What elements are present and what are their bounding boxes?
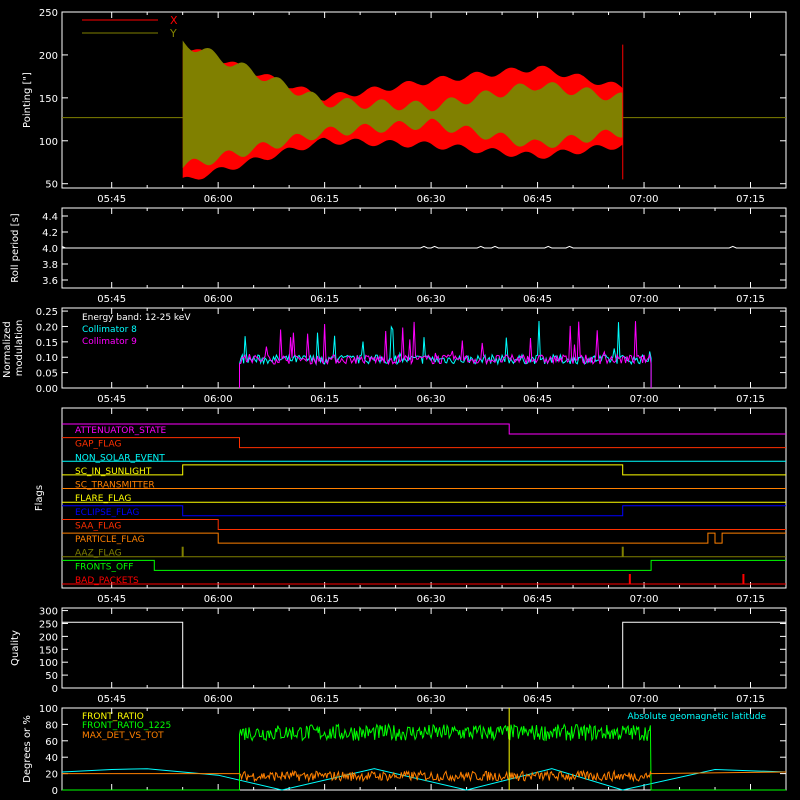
flag-label: SC_TRANSMITTER [75,481,155,491]
flag-label: NON_SOLAR_EVENT [75,453,165,463]
y-tick-label: 0.05 [36,369,58,380]
y-tick-label: 150 [39,645,58,656]
x-tick-label: 06:00 [204,194,233,205]
modulation-ylabel-line2: modulation [14,320,25,377]
x-tick-label: 05:45 [97,394,126,405]
y-tick-label: 50 [45,180,58,191]
modulation-legend-c8: Collimator 8 [82,325,137,335]
hessi-figure: Pointing ["] Roll period [s] Normalized … [0,0,800,800]
x-tick-label: 05:45 [97,594,126,605]
modulation-legend-title: Energy band: 12-25 keV [82,313,191,323]
y-tick-label: 200 [39,51,58,62]
flag-label: GAP_FLAG [75,440,121,450]
x-tick-label: 06:30 [417,694,446,705]
x-tick-label: 07:00 [630,694,659,705]
x-tick-label: 06:45 [523,594,552,605]
y-tick-label: 0.00 [36,384,58,395]
y-tick-label: 100 [39,704,58,715]
legend-x-label: X [170,14,178,27]
x-tick-label: 06:45 [523,194,552,205]
x-tick-label: 07:15 [736,194,765,205]
x-tick-label: 06:00 [204,694,233,705]
x-tick-label: 07:15 [736,694,765,705]
x-tick-label: 05:45 [97,294,126,305]
flags-ylabel: Flags [34,485,45,511]
x-tick-label: 07:00 [630,194,659,205]
y-tick-label: 4.0 [42,244,58,255]
modulation-legend-c9: Collimator 9 [82,337,137,347]
y-tick-label: 200 [39,632,58,643]
flag-label: SAA_FLAG [75,521,121,531]
y-tick-label: 0 [52,786,58,797]
x-tick-label: 07:00 [630,294,659,305]
ratio-legend-front-ratio-1225: FRONT_RATIO_1225 [82,721,171,731]
ratio-ylabel: Degrees or % [22,715,33,783]
y-tick-label: 50 [45,671,58,682]
y-tick-label: 4.4 [42,212,58,223]
y-tick-label: 80 [45,720,58,731]
y-tick-label: 60 [45,737,58,748]
x-tick-label: 05:45 [97,694,126,705]
x-tick-label: 06:30 [417,194,446,205]
y-tick-label: 250 [39,619,58,630]
roll-ylabel: Roll period [s] [10,213,21,282]
y-tick-label: 3.8 [42,260,58,271]
x-tick-label: 06:15 [310,394,339,405]
flag-label: ATTENUATOR_STATE [75,426,167,436]
y-tick-label: 0.20 [36,322,58,333]
x-tick-label: 06:15 [310,294,339,305]
flag-label: FRONTS_OFF [75,562,133,572]
x-tick-label: 06:00 [204,294,233,305]
x-tick-label: 06:00 [204,594,233,605]
y-tick-label: 0.15 [36,338,58,349]
x-tick-label: 06:15 [310,194,339,205]
x-tick-label: 07:15 [736,294,765,305]
y-tick-label: 3.6 [42,276,58,287]
x-tick-label: 07:00 [630,594,659,605]
y-tick-label: 4.2 [42,228,58,239]
flag-label: ECLIPSE_FLAG [75,508,139,518]
x-tick-label: 07:15 [736,394,765,405]
pointing-ylabel: Pointing ["] [22,72,33,128]
y-tick-label: 150 [39,94,58,105]
x-tick-label: 07:15 [736,594,765,605]
x-tick-label: 06:15 [310,594,339,605]
x-tick-label: 07:00 [630,394,659,405]
x-tick-label: 05:45 [97,194,126,205]
flag-label: PARTICLE_FLAG [75,535,145,545]
legend-y-label: Y [169,27,177,40]
x-tick-label: 06:45 [523,294,552,305]
y-tick-label: 0 [52,684,58,695]
ratio-legend-max-det: MAX_DET_VS_TOT [82,731,164,741]
flag-label: BAD_PACKETS [75,576,139,586]
x-tick-label: 06:00 [204,394,233,405]
modulation-ylabel: Normalized modulation [2,318,25,378]
x-tick-label: 06:30 [417,594,446,605]
y-tick-label: 300 [39,607,58,618]
y-tick-label: 20 [45,770,58,781]
flag-label: SC_IN_SUNLIGHT [75,467,152,477]
x-tick-label: 06:30 [417,394,446,405]
ratio-legend-geomag: Absolute geomagnetic latitude [627,712,766,722]
modulation-ylabel-line1: Normalized [2,321,13,378]
flag-label: FLARE_FLAG [75,494,131,504]
y-tick-label: 40 [45,753,58,764]
y-tick-label: 0.10 [36,353,58,364]
flag-label: AAZ_FLAG [75,549,122,559]
x-tick-label: 06:15 [310,694,339,705]
y-tick-label: 100 [39,137,58,148]
x-tick-label: 06:30 [417,294,446,305]
y-tick-label: 100 [39,658,58,669]
x-tick-label: 06:45 [523,694,552,705]
y-tick-label: 250 [39,8,58,19]
quality-ylabel: Quality [10,630,21,666]
x-tick-label: 06:45 [523,394,552,405]
y-tick-label: 0.25 [36,307,58,318]
